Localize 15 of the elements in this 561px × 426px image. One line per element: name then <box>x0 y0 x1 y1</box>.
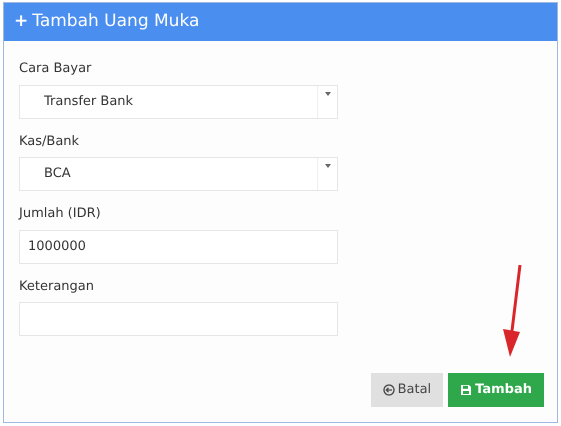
plus-icon: + <box>14 9 28 35</box>
panel-title: Tambah Uang Muka <box>32 10 200 34</box>
back-circle-icon <box>382 384 395 396</box>
field-label: Kas/Bank <box>19 132 80 150</box>
field-label: Jumlah (IDR) <box>19 205 101 223</box>
field-label: Keterangan <box>19 278 94 296</box>
input-field[interactable]: 1000000 <box>19 230 338 264</box>
select-field[interactable]: BCA <box>19 157 338 191</box>
save-icon <box>460 384 472 396</box>
select-field[interactable]: Transfer Bank <box>19 84 338 118</box>
cancel-button[interactable]: Batal <box>370 373 444 407</box>
field-label: Cara Bayar <box>19 60 92 78</box>
input-field[interactable] <box>19 302 338 336</box>
caret-icon <box>324 92 330 96</box>
caret-icon <box>324 164 330 168</box>
